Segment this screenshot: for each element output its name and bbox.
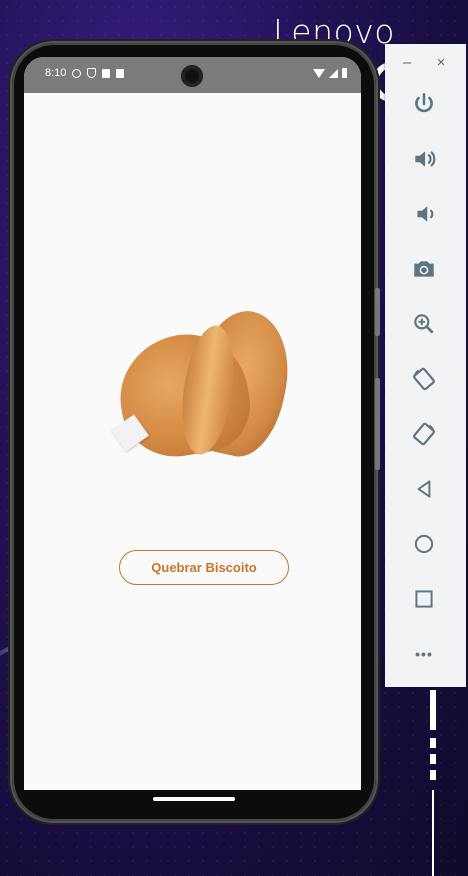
power-button[interactable]: [409, 89, 439, 119]
screenshot-button[interactable]: [409, 254, 439, 284]
device-screen: 8:10 Quebrar Biscoito: [24, 57, 361, 790]
shield-icon: [87, 68, 97, 78]
phone-power-button: [375, 288, 380, 336]
battery-icon: [342, 68, 347, 78]
rotate-right-button[interactable]: [409, 419, 439, 449]
fortune-cookie-image[interactable]: [106, 303, 301, 475]
notification-icon: [102, 68, 111, 78]
front-camera: [181, 65, 203, 87]
volume-down-button[interactable]: [409, 199, 439, 229]
volume-up-button[interactable]: [409, 144, 439, 174]
overview-button[interactable]: [409, 584, 439, 614]
status-time: 8:10: [45, 67, 67, 79]
emulator-toolbar: – × •••: [385, 44, 466, 687]
home-gesture-bar[interactable]: [153, 797, 235, 801]
power-icon: [415, 92, 433, 113]
break-cookie-button[interactable]: Quebrar Biscoito: [119, 550, 289, 585]
rotate-left-icon: [413, 367, 435, 391]
back-button[interactable]: [409, 474, 439, 504]
status-bar: 8:10: [24, 57, 361, 93]
back-triangle-icon: [417, 480, 431, 498]
status-right: [313, 68, 347, 78]
home-circle-icon: [414, 534, 434, 554]
signal-icon: [329, 68, 338, 78]
phone-frame: 8:10 Quebrar Biscoito: [12, 43, 380, 821]
close-button[interactable]: ×: [431, 52, 451, 72]
home-button[interactable]: [409, 529, 439, 559]
more-button[interactable]: •••: [409, 639, 439, 669]
wifi-icon: [313, 68, 325, 78]
zoom-button[interactable]: [409, 309, 439, 339]
wallpaper-deco: [428, 690, 440, 876]
info-icon: [72, 68, 82, 78]
volume-up-icon: [415, 151, 436, 167]
volume-down-icon: [417, 206, 434, 222]
overview-square-icon: [415, 590, 433, 608]
more-dots-icon: •••: [415, 646, 433, 662]
camera-icon: [414, 261, 434, 277]
rotate-right-icon: [413, 422, 435, 446]
status-left: 8:10: [45, 67, 125, 79]
zoom-in-icon: [414, 314, 434, 334]
minimize-button[interactable]: –: [397, 52, 417, 72]
phone-volume-button: [375, 378, 380, 470]
sd-card-icon: [116, 68, 125, 78]
rotate-left-button[interactable]: [409, 364, 439, 394]
